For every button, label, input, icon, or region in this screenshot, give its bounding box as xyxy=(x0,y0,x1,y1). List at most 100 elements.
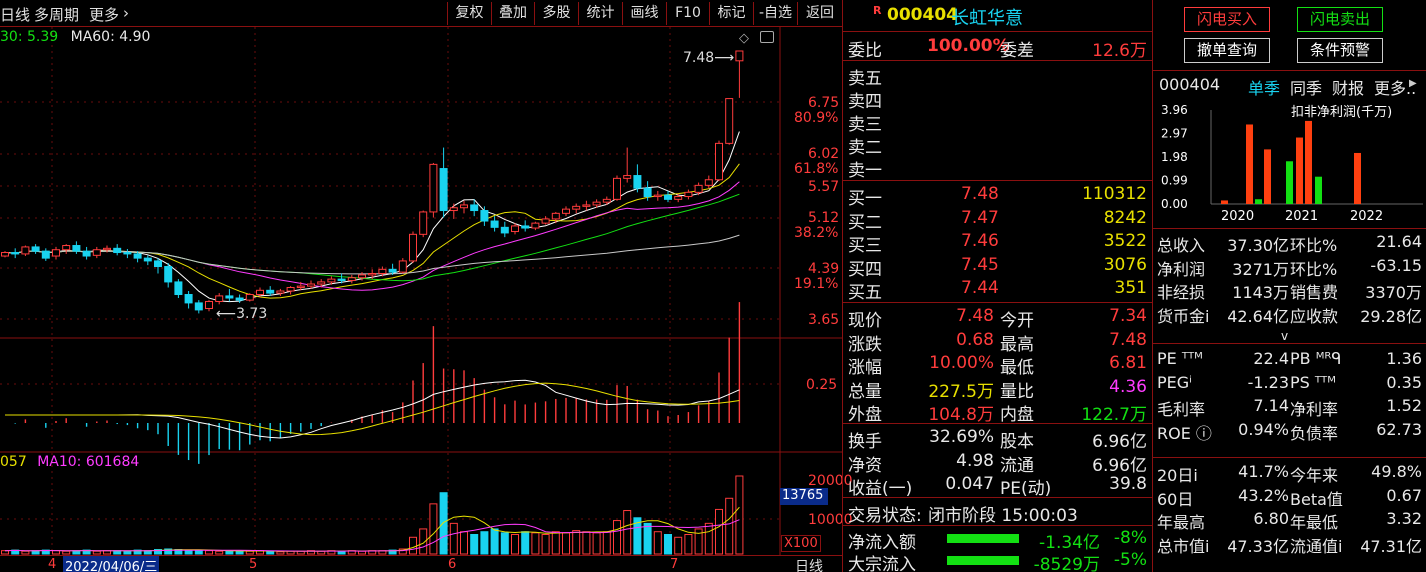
high-annotation: 7.48⟶ xyxy=(683,50,735,66)
bid-volume: 3522 xyxy=(1103,231,1147,251)
ask-row[interactable]: 卖二 xyxy=(843,132,1152,158)
volume-bar xyxy=(674,536,683,555)
volume-bar xyxy=(704,522,713,555)
mini-chart-y-label: 0.99 xyxy=(1161,174,1188,188)
volume-bar xyxy=(470,534,479,555)
price-axis-label-0: 6.75 xyxy=(808,95,840,111)
mini-chart-bar xyxy=(1315,176,1322,204)
cancel-query-button[interactable]: 撤单查询 xyxy=(1184,38,1270,63)
candle-body xyxy=(276,290,285,294)
x-label-5: 5 xyxy=(249,557,258,572)
volume-bar xyxy=(480,531,489,555)
volume-bar xyxy=(541,534,550,555)
candle-body xyxy=(419,211,428,235)
candle-body xyxy=(194,302,203,311)
ask-row[interactable]: 卖四 xyxy=(843,86,1152,112)
candle-body xyxy=(572,205,581,210)
expand-down-icon[interactable]: v xyxy=(1281,329,1288,343)
mini-chart-x-label: 2022 xyxy=(1350,209,1383,224)
price-axis-label-6: 38.2% xyxy=(794,225,839,241)
bid-row[interactable]: 买五 7.44 351 xyxy=(843,277,1152,303)
expand-right-icon[interactable]: ▶ xyxy=(1409,78,1417,89)
candle-body xyxy=(562,208,570,214)
price-axis-label-4: 5.57 xyxy=(808,179,840,195)
kline-chart-area[interactable]: 日线 多周期 更多 › 复权 叠加 多股 统计 画线 F10 标记 -自选 返回 30: 5.3… xyxy=(0,0,853,572)
price-axis-label-1: 80.9% xyxy=(794,110,839,126)
volume-bar xyxy=(664,534,672,555)
ask-row[interactable]: 卖一 xyxy=(843,155,1152,181)
candle-body xyxy=(307,283,315,287)
candle-body xyxy=(41,250,50,259)
period-label[interactable]: 日线 xyxy=(795,556,823,572)
candle-body xyxy=(449,207,458,212)
candle-body xyxy=(266,289,275,294)
volume-bar xyxy=(735,475,744,555)
bid-row[interactable]: 买二 7.47 8242 xyxy=(843,207,1152,233)
ask-row[interactable]: 卖三 xyxy=(843,109,1152,135)
condition-alert-button[interactable]: 条件预警 xyxy=(1297,38,1383,63)
fin1-row: 净利润 3271万 环比% -63.15 xyxy=(1157,255,1422,279)
candle-body xyxy=(154,260,162,268)
candle-body xyxy=(643,187,652,198)
candle-body xyxy=(674,196,683,200)
volume-bar xyxy=(653,531,662,555)
flash-sell-button[interactable]: 闪电卖出 xyxy=(1297,7,1383,32)
margin-mark: R xyxy=(873,4,882,17)
stats-row: 涨跌 0.68 最高 7.48 xyxy=(848,329,1147,355)
bid-row[interactable]: 买四 7.45 3076 xyxy=(843,254,1152,280)
x-label-7: 7 xyxy=(670,557,679,572)
volume-bar xyxy=(439,492,448,555)
volume-bar xyxy=(235,550,244,555)
stats-row: 现价 7.48 今开 7.34 xyxy=(848,306,1147,331)
window-toggle-icon[interactable] xyxy=(760,31,774,43)
stock-header: R 000404 长虹华意 xyxy=(843,4,1152,29)
candle-body xyxy=(72,245,81,252)
volume-bar xyxy=(1,550,9,555)
finance-tab-row: 000404 单季 同季 财报 更多.. xyxy=(1153,74,1426,99)
candle-body xyxy=(511,225,519,233)
price-axis-label-8: 19.1% xyxy=(794,276,839,292)
vol-unit-label: X100 xyxy=(781,535,821,552)
candle-body xyxy=(378,268,387,275)
stats-row: 涨幅 10.00% 最低 6.81 xyxy=(848,353,1147,378)
candle-body xyxy=(460,204,468,209)
bid-row[interactable]: 买一 7.48 110312 xyxy=(843,183,1152,209)
ma60-indicator: MA60: 4.90 xyxy=(70,29,151,45)
webi-row: 委比 100.00% 委差 12.6万 xyxy=(848,36,1147,61)
bid-price: 7.48 xyxy=(961,184,999,204)
diamond-icon[interactable]: ◇ xyxy=(739,31,749,46)
flash-buy-button[interactable]: 闪电买入 xyxy=(1184,7,1270,32)
candle-body xyxy=(725,98,734,144)
volume-bar xyxy=(592,532,601,555)
fin2-row: PEGⁱ -1.23 PS ᵀᵀᴹ 0.35 xyxy=(1157,372,1422,392)
ask-row[interactable]: 卖五 xyxy=(843,63,1152,89)
fin3-row: 60日 43.2% Beta值 0.67 xyxy=(1157,485,1422,509)
tab-same-quarter[interactable]: 同季 xyxy=(1290,75,1322,99)
volume-bar xyxy=(613,520,621,555)
macd-axis-label: 0.25 xyxy=(806,377,838,393)
mini-chart-x-label: 2020 xyxy=(1221,209,1254,224)
stock-name: 长虹华意 xyxy=(951,8,1023,29)
candle-body xyxy=(715,142,723,181)
volume-bar xyxy=(52,550,60,555)
mini-chart-bar xyxy=(1305,120,1312,204)
candle-body xyxy=(541,218,550,224)
tab-single-quarter[interactable]: 单季 xyxy=(1248,75,1280,99)
fin2-row: ROE ⓘ 0.94% 负债率 62.73 xyxy=(1157,419,1422,443)
mini-chart-title: 扣非净利润(千万) xyxy=(1291,105,1392,120)
candle-body xyxy=(123,252,132,255)
candle-body xyxy=(439,168,448,212)
candle-body xyxy=(296,285,305,289)
volume-bar xyxy=(245,550,254,555)
bid-volume: 110312 xyxy=(1082,184,1147,204)
bid-row[interactable]: 买三 7.46 3522 xyxy=(843,230,1152,256)
candle-body xyxy=(205,301,213,310)
candle-body xyxy=(623,175,632,179)
candle-body xyxy=(113,247,122,254)
candle-body xyxy=(21,246,30,255)
volume-bar xyxy=(449,522,458,555)
tab-report[interactable]: 财报 xyxy=(1332,75,1364,99)
low-annotation: ⟵3.73 xyxy=(216,306,268,322)
bid-volume: 3076 xyxy=(1103,254,1147,275)
candle-body xyxy=(602,198,611,203)
